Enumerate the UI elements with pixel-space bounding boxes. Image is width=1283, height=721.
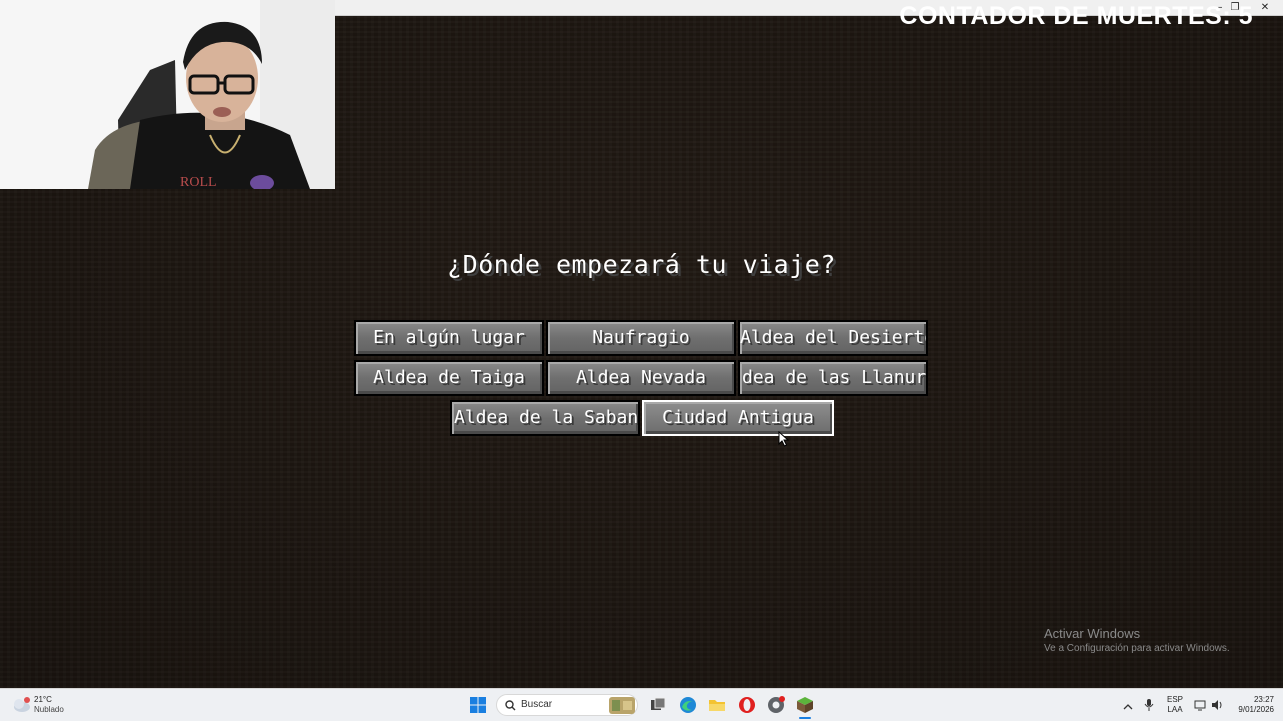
svg-text:ROLL: ROLL: [180, 175, 217, 189]
show-hidden-icons-chevron-icon[interactable]: [1123, 699, 1133, 710]
weather-widget[interactable]: 21°C Nublado: [10, 694, 70, 718]
language-line1: ESP: [1166, 695, 1183, 704]
network-icon[interactable]: [1194, 698, 1206, 711]
close-button[interactable]: ✕: [1255, 0, 1275, 15]
widgets-icon: [609, 697, 635, 714]
activate-windows-watermark: Activar Windows Ve a Configuración para …: [1044, 626, 1230, 654]
option-somewhere-button[interactable]: En algún lugar: [354, 320, 544, 356]
clock-time: 23:27: [1253, 695, 1274, 704]
search-placeholder: Buscar: [521, 699, 553, 710]
file-explorer-icon[interactable]: [708, 696, 726, 714]
edge-icon[interactable]: [679, 696, 697, 714]
task-view-icon[interactable]: [650, 697, 666, 713]
chrome-icon[interactable]: [767, 696, 785, 714]
death-counter-overlay: CONTADOR DE MUERTES: 5: [899, 2, 1253, 30]
watermark-subtitle: Ve a Configuración para activar Windows.: [1044, 643, 1230, 654]
language-line2: LAA: [1167, 705, 1183, 714]
weather-temp: 21°C: [34, 695, 52, 704]
option-ancient-city-button[interactable]: Ciudad Antigua: [642, 400, 834, 436]
option-snowy-village-button[interactable]: Aldea Nevada: [546, 360, 736, 396]
minecraft-icon[interactable]: [796, 696, 814, 719]
language-indicator[interactable]: ESP LAA: [1164, 695, 1186, 715]
weather-desc: Nublado: [34, 705, 64, 714]
cloud-icon: [14, 697, 30, 712]
clock[interactable]: 23:27 9/01/2026: [1228, 695, 1274, 715]
game-viewport: – ❐ ✕ CONTADOR DE MUERTES: 5 ROLL ¿Dónde…: [0, 0, 1283, 688]
active-app-indicator: [799, 717, 811, 719]
option-desert-village-button[interactable]: Aldea del Desierto: [738, 320, 928, 356]
clock-date: 9/01/2026: [1238, 705, 1274, 714]
volume-icon[interactable]: [1211, 698, 1224, 710]
webcam-overlay: ROLL: [0, 0, 335, 189]
option-plains-village-button[interactable]: dea de las Llanura: [738, 360, 928, 396]
mouse-cursor-icon: [778, 431, 790, 447]
search-icon: [505, 700, 516, 711]
microphone-icon[interactable]: [1144, 698, 1154, 711]
option-taiga-village-button[interactable]: Aldea de Taiga: [354, 360, 544, 396]
option-savanna-village-button[interactable]: Aldea de la Sabana: [450, 400, 640, 436]
option-shipwreck-button[interactable]: Naufragio: [546, 320, 736, 356]
windows-start-icon[interactable]: [469, 696, 487, 714]
taskbar-search-box[interactable]: Buscar: [496, 694, 638, 716]
webcam-person-image: ROLL: [0, 0, 335, 189]
watermark-title: Activar Windows: [1044, 626, 1141, 641]
opera-icon[interactable]: [738, 696, 756, 714]
windows-taskbar: 21°C Nublado Buscar ESP LAA 23:27 9/01/2…: [0, 688, 1283, 721]
spawn-prompt-title: ¿Dónde empezará tu viaje?: [447, 250, 836, 279]
